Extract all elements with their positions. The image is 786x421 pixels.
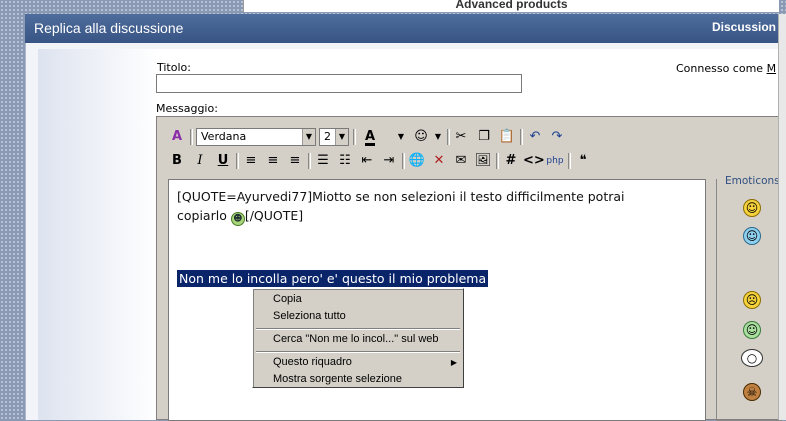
outdent-icon[interactable]: ⇤ (357, 151, 377, 171)
toolbar-row-2: B I U ≡ ≡ ≡ ☰ ☷ ⇤ ⇥ 🌐 ✕ ✉ 🖼 # <> php ❝ (163, 151, 723, 171)
quote-text: [QUOTE=Ayurvedi77]Miotto se non selezion… (177, 187, 657, 226)
copy-icon[interactable]: ❐ (474, 127, 494, 147)
bold-icon[interactable]: B (167, 151, 187, 171)
smiley-dropdown-icon[interactable]: ▼ (428, 127, 448, 147)
toolbar-separator (353, 129, 356, 145)
toolbar-separator (308, 153, 311, 169)
menu-item-view-source[interactable]: Mostra sorgente selezione (273, 373, 402, 385)
font-size-value: 2 (324, 130, 331, 143)
toolbar-separator (568, 153, 571, 169)
logged-in-info: Connesso come M (676, 62, 776, 75)
text-color-icon[interactable]: A (360, 127, 380, 147)
indent-icon[interactable]: ⇥ (379, 151, 399, 171)
toolbar-separator (402, 153, 405, 169)
quote-text-part2: [/QUOTE] (244, 208, 304, 223)
italic-icon[interactable]: I (190, 151, 210, 171)
toolbar-separator (236, 153, 239, 169)
menu-item-select-all[interactable]: Seleziona tutto (273, 310, 346, 322)
wink-emoticon-icon[interactable]: ☺ (743, 227, 761, 245)
page-header: Replica alla discussione Discussion (25, 14, 782, 43)
align-left-icon[interactable]: ≡ (241, 151, 261, 171)
php-code-icon[interactable]: php (545, 151, 565, 171)
menu-item-this-frame[interactable]: Questo riquadro (273, 356, 352, 368)
font-name-value: Verdana (201, 130, 247, 143)
cool-emoticon-icon[interactable]: ☺ (743, 321, 761, 339)
discussion-link[interactable]: Discussion (712, 20, 776, 34)
chevron-down-icon: ▼ (302, 129, 315, 145)
selected-text: Non me lo incolla pero' e' questo il mio… (177, 270, 489, 287)
banner: Advanced products (243, 0, 779, 12)
title-input[interactable] (156, 74, 522, 93)
font-size-select[interactable]: 2 ▼ (319, 128, 349, 146)
grin-emoticon-icon: ☻ (230, 212, 245, 226)
menu-separator (256, 351, 460, 353)
page-scrollbar[interactable] (778, 14, 786, 420)
menu-item-copy[interactable]: Copia (273, 293, 302, 305)
emoticons-legend: Emoticons (723, 175, 782, 187)
insert-link-icon[interactable]: 🌐 (407, 151, 427, 171)
logged-in-prefix: Connesso come (676, 62, 767, 75)
title-label: Titolo: (157, 61, 191, 74)
font-name-select[interactable]: Verdana ▼ (196, 128, 316, 146)
menu-item-search-web[interactable]: Cerca "Non me lo incol..." sul web (273, 333, 439, 345)
pirate-emoticon-icon[interactable]: ☠ (743, 383, 761, 401)
sad-emoticon-icon[interactable]: ☹ (743, 291, 761, 309)
toolbar-separator (447, 129, 450, 145)
paste-icon[interactable]: 📋 (497, 127, 517, 147)
context-menu: Copia Seleziona tutto Cerca "Non me lo i… (252, 288, 464, 388)
toolbar-row-1: A Verdana ▼ 2 ▼ A ▼ ☺ ▼ ✂ ❐ 📋 ↶ ↷ (163, 127, 723, 147)
insert-image-icon[interactable]: 🖼 (473, 151, 493, 171)
align-right-icon[interactable]: ≡ (285, 151, 305, 171)
remove-link-icon[interactable]: ✕ (429, 151, 449, 171)
eek-emoticon-icon[interactable]: ○ (741, 349, 763, 367)
menu-separator (256, 328, 460, 330)
emoticons-panel: Emoticons ☺ ☺ ☹ ☺ ○ ☠ (716, 175, 782, 421)
remove-format-icon[interactable]: A (167, 127, 187, 147)
code-hash-icon[interactable]: # (501, 151, 521, 171)
smile-emoticon-icon[interactable]: ☺ (743, 199, 761, 217)
message-label: Messaggio: (156, 102, 218, 115)
numbered-list-icon[interactable]: ☰ (313, 151, 333, 171)
redo-icon[interactable]: ↷ (547, 127, 567, 147)
chevron-down-icon: ▼ (335, 129, 348, 145)
chevron-right-icon: ▶ (450, 358, 457, 367)
quote-icon[interactable]: ❝ (573, 151, 593, 171)
page-title: Replica alla discussione (34, 20, 184, 36)
color-dropdown-icon[interactable]: ▼ (391, 127, 411, 147)
underline-icon[interactable]: U (213, 151, 233, 171)
wysiwyg-editor: A Verdana ▼ 2 ▼ A ▼ ☺ ▼ ✂ ❐ 📋 ↶ ↷ B I U … (156, 116, 786, 421)
email-link-icon[interactable]: ✉ (451, 151, 471, 171)
toolbar-separator (190, 129, 193, 145)
cut-icon[interactable]: ✂ (451, 127, 471, 147)
toolbar-separator (520, 129, 523, 145)
bullet-list-icon[interactable]: ☷ (335, 151, 355, 171)
undo-icon[interactable]: ↶ (525, 127, 545, 147)
toolbar-separator (496, 153, 499, 169)
username-link[interactable]: M (767, 62, 777, 75)
html-code-icon[interactable]: <> (523, 151, 545, 171)
align-center-icon[interactable]: ≡ (263, 151, 283, 171)
